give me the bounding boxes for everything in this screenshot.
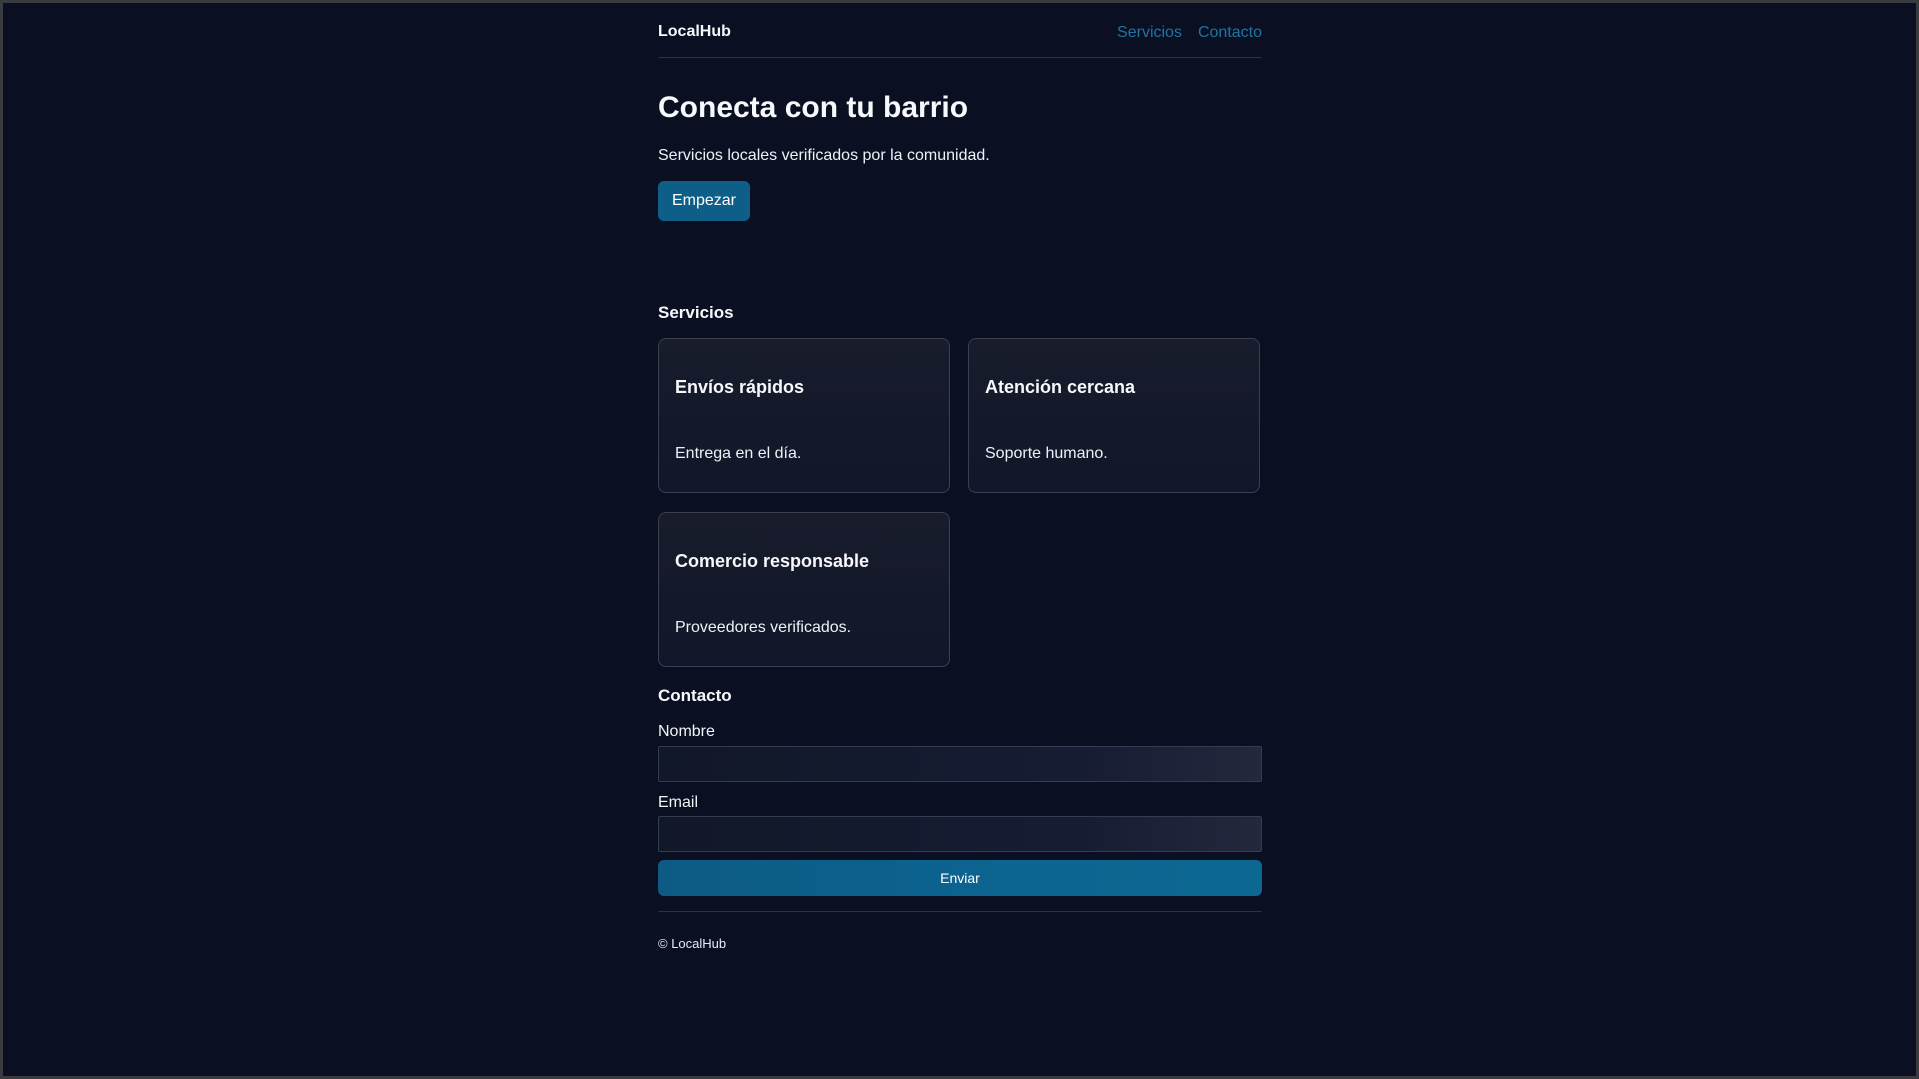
- footer-text: © LocalHub: [658, 936, 727, 951]
- page-container: LocalHub Servicios Contacto Conecta con …: [658, 3, 1262, 951]
- main-nav: Servicios Contacto: [1117, 24, 1262, 42]
- service-card-atencion: Atención cercana Soporte humano.: [968, 338, 1260, 493]
- hero-title: Conecta con tu barrio: [658, 91, 969, 124]
- submit-button[interactable]: Enviar: [658, 860, 1262, 896]
- contact-title: Contacto: [658, 686, 732, 705]
- service-card-envios: Envíos rápidos Entrega en el día.: [658, 338, 950, 493]
- email-input[interactable]: [658, 816, 1262, 852]
- service-card-title: Comercio responsable: [675, 551, 870, 571]
- app-frame: LocalHub Servicios Contacto Conecta con …: [3, 3, 1916, 1076]
- nav-link-servicios[interactable]: Servicios: [1117, 24, 1182, 42]
- hero-section: Conecta con tu barrio Servicios locales …: [658, 58, 1262, 329]
- start-button[interactable]: Empezar: [658, 181, 750, 221]
- service-card-description: Proveedores verificados.: [675, 619, 852, 636]
- services-title: Servicios: [658, 303, 734, 322]
- brand-logo[interactable]: LocalHub: [658, 23, 731, 41]
- email-label: Email: [658, 794, 699, 811]
- service-card-description: Entrega en el día.: [675, 445, 802, 462]
- name-input[interactable]: [658, 746, 1262, 782]
- top-navigation: LocalHub Servicios Contacto: [658, 3, 1262, 58]
- service-card-title: Atención cercana: [985, 377, 1136, 397]
- hero-subtitle: Servicios locales verificados por la com…: [658, 147, 990, 164]
- service-card-comercio: Comercio responsable Proveedores verific…: [658, 512, 950, 667]
- footer: © LocalHub: [658, 911, 1262, 986]
- nav-link-contacto[interactable]: Contacto: [1198, 24, 1262, 42]
- service-card-description: Soporte humano.: [985, 445, 1108, 462]
- name-label: Nombre: [658, 723, 715, 740]
- service-card-title: Envíos rápidos: [675, 377, 805, 397]
